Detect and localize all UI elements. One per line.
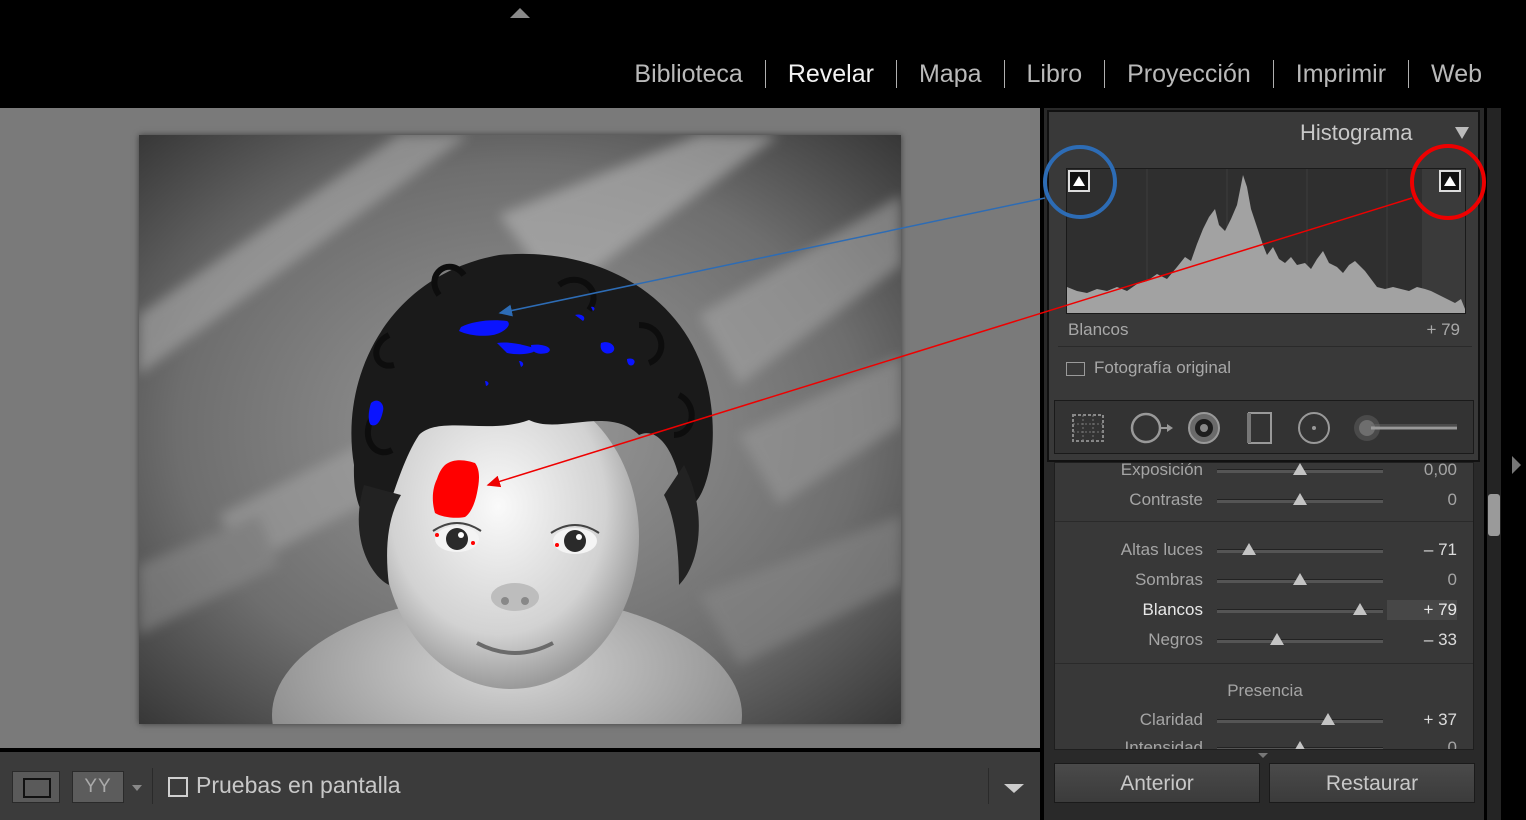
slider-thumb-negros[interactable]: [1269, 633, 1284, 645]
slider-thumb-contraste[interactable]: [1293, 493, 1307, 505]
slider-thumb-sombras[interactable]: [1293, 573, 1307, 585]
slider-value-contraste[interactable]: 0: [1387, 490, 1457, 510]
toolbar-menu-icon[interactable]: [1004, 784, 1024, 793]
histogram-graph[interactable]: [1066, 168, 1466, 314]
slider-label: Sombras: [1134, 570, 1203, 589]
slider-row-altas-luces: Altas luces – 71: [1055, 539, 1473, 563]
slider-value-intensidad[interactable]: 0: [1387, 738, 1457, 749]
slider-label: Exposición: [1120, 462, 1203, 479]
slider-thumb-claridad[interactable]: [1321, 713, 1336, 725]
previous-settings-button[interactable]: Anterior: [1054, 763, 1260, 803]
reset-button[interactable]: Restaurar: [1269, 763, 1475, 803]
radial-filter-icon[interactable]: [1297, 411, 1331, 445]
slider-value-claridad[interactable]: + 37: [1387, 710, 1457, 730]
photo-illustration: [139, 135, 901, 724]
slider-track-negros[interactable]: [1217, 639, 1383, 643]
slider-thumb-altas-luces[interactable]: [1241, 543, 1256, 555]
slider-row-blancos: Blancos + 79: [1055, 599, 1473, 623]
graduated-filter-icon[interactable]: [1243, 411, 1277, 445]
slider-thumb-intensidad[interactable]: [1293, 741, 1307, 749]
loupe-view-button[interactable]: [12, 771, 60, 803]
slider-track-claridad[interactable]: [1217, 719, 1383, 723]
slider-label: Intensidad: [1124, 738, 1203, 750]
slider-thumb-blancos[interactable]: [1352, 603, 1367, 615]
slider-thumb-exposici-n[interactable]: [1293, 463, 1307, 475]
slider-value-altas-luces[interactable]: – 71: [1387, 540, 1457, 560]
adjustment-brush-icon[interactable]: [1351, 411, 1461, 445]
highlight-clipping-highlight-circle: [1410, 144, 1486, 220]
slider-value-exposici-n[interactable]: 0,00: [1387, 463, 1457, 480]
photo-preview[interactable]: [139, 135, 901, 724]
histogram-param-label: Blancos: [1068, 320, 1129, 339]
basic-adjustments-panel: Presencia Exposición 0,00 Contraste 0 Altas l…: [1054, 462, 1474, 750]
module-proyeccion[interactable]: Proyección: [1105, 60, 1273, 89]
module-mapa[interactable]: Mapa: [897, 60, 1004, 89]
module-web[interactable]: Web: [1409, 60, 1504, 89]
slider-value-blancos[interactable]: + 79: [1387, 600, 1457, 620]
panel-collapse-icon[interactable]: [1455, 127, 1469, 139]
module-libro[interactable]: Libro: [1005, 60, 1105, 89]
tool-strip: [1054, 400, 1474, 454]
slider-label: Claridad: [1139, 710, 1203, 729]
slider-label: Contraste: [1129, 490, 1203, 509]
panel-scrollbar-track[interactable]: [1487, 108, 1501, 820]
slider-value-negros[interactable]: – 33: [1387, 630, 1457, 650]
original-photo-checkbox[interactable]: [1066, 362, 1085, 376]
module-imprimir[interactable]: Imprimir: [1274, 60, 1408, 89]
shadow-clipping-highlight-circle: [1043, 145, 1117, 219]
before-after-button[interactable]: YY: [72, 771, 124, 803]
original-photo-label: Fotografía original: [1094, 358, 1232, 377]
histogram-title[interactable]: Histograma: [1300, 120, 1412, 146]
red-eye-icon[interactable]: [1187, 411, 1221, 445]
histogram-param-value: + 79: [1426, 320, 1460, 339]
slider-row-exposici-n: Exposición 0,00: [1055, 462, 1473, 483]
module-revelar[interactable]: Revelar: [766, 60, 896, 89]
presence-section-title: Presencia: [1227, 681, 1303, 700]
crop-overlay-icon[interactable]: [1071, 411, 1105, 445]
soft-proofing-checkbox[interactable]: [168, 777, 188, 797]
slider-row-negros: Negros – 33: [1055, 629, 1473, 653]
slider-label: Negros: [1148, 630, 1203, 649]
image-canvas[interactable]: [0, 108, 1040, 748]
histogram-curve: [1067, 169, 1465, 313]
module-picker: Biblioteca Revelar Mapa Libro Proyección…: [612, 56, 1504, 92]
collapse-top-panel-icon[interactable]: [510, 8, 530, 18]
toolbar-divider: [988, 768, 989, 804]
group-divider: [1055, 663, 1473, 664]
slider-row-intensidad: Intensidad 0: [1055, 737, 1473, 750]
slider-value-sombras[interactable]: 0: [1387, 570, 1457, 590]
histogram-divider: [1058, 346, 1472, 347]
bottom-toolbar: YY Pruebas en pantalla: [0, 752, 1040, 820]
slider-row-contraste: Contraste 0: [1055, 489, 1473, 513]
slider-label: Blancos: [1142, 600, 1203, 619]
soft-proofing-label: Pruebas en pantalla: [196, 772, 401, 798]
toolbar-divider: [152, 768, 153, 804]
before-after-dropdown-icon[interactable]: [132, 785, 142, 791]
slider-row-sombras: Sombras 0: [1055, 569, 1473, 593]
collapse-right-panel-icon[interactable]: [1512, 456, 1521, 474]
module-biblioteca[interactable]: Biblioteca: [612, 60, 764, 89]
slider-row-claridad: Claridad + 37: [1055, 709, 1473, 733]
spot-removal-icon[interactable]: [1129, 411, 1173, 445]
slider-label: Altas luces: [1120, 540, 1203, 559]
scroll-more-icon: [1258, 753, 1268, 758]
group-divider: [1055, 521, 1473, 522]
panel-scrollbar-thumb[interactable]: [1488, 494, 1500, 536]
loupe-view-icon: [23, 778, 51, 798]
